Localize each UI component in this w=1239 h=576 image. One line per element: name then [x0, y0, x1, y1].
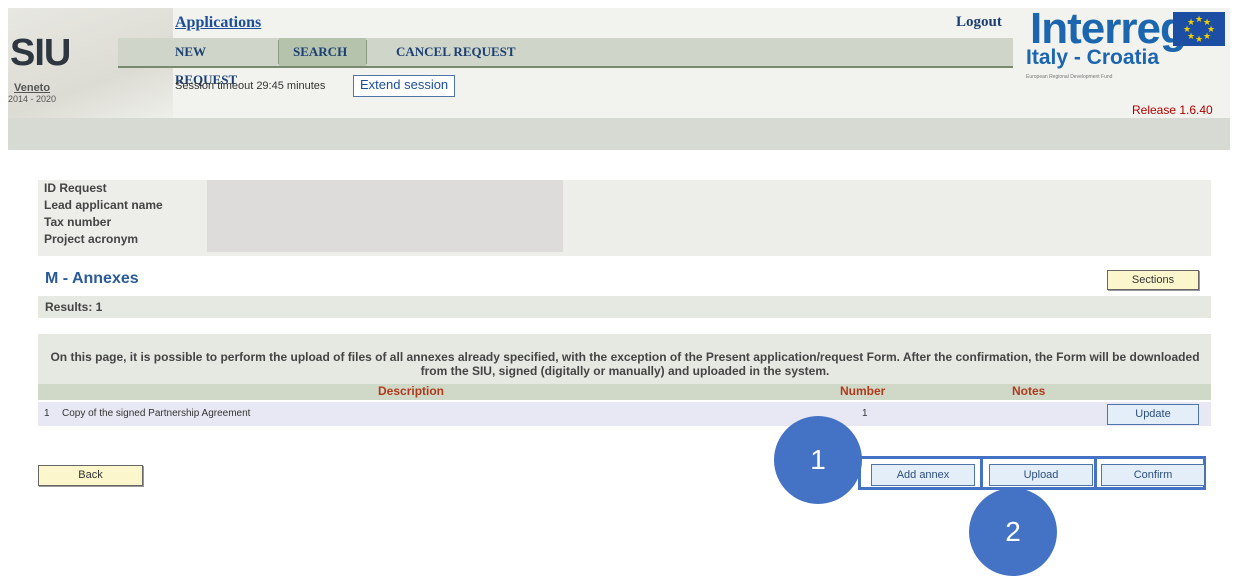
upload-button[interactable]: Upload: [989, 464, 1093, 486]
programme-fund: European Regional Development Fund: [1026, 74, 1113, 80]
menu-cancel-request[interactable]: CANCEL REQUEST: [382, 38, 542, 66]
header-number: Number: [840, 384, 886, 398]
programme-subtitle: Italy - Croatia: [1026, 46, 1160, 69]
applications-link[interactable]: Applications: [175, 14, 261, 32]
step-1-marker: 1: [774, 416, 862, 504]
eu-flag-icon: ★ ★ ★ ★ ★ ★ ★ ★: [1173, 12, 1225, 46]
results-bar: [38, 296, 1211, 318]
section-title: M - Annexes: [45, 270, 139, 287]
menu-search[interactable]: SEARCH: [279, 38, 366, 66]
header-description: Description: [378, 384, 445, 398]
header-notes: Notes: [1012, 384, 1046, 398]
step-2-marker: 2: [969, 488, 1057, 576]
lead-applicant-value: [207, 198, 563, 216]
id-request-label: ID Request: [44, 181, 107, 195]
back-button[interactable]: Back: [38, 465, 143, 486]
siu-region: Veneto: [14, 82, 51, 94]
row-index: 1: [44, 408, 50, 419]
menu-divider: [366, 40, 367, 64]
confirm-button[interactable]: Confirm: [1101, 464, 1205, 486]
highlight-divider: [980, 459, 983, 487]
project-acronym-label: Project acronym: [44, 232, 139, 246]
session-timeout-text: Session timeout 29:45 minutes: [175, 80, 326, 92]
header-bottom-bar: [8, 118, 1230, 150]
logout-link[interactable]: Logout: [956, 14, 1002, 31]
highlight-divider: [1094, 459, 1097, 487]
extend-session-button[interactable]: Extend session: [353, 75, 456, 97]
project-acronym-value: [207, 234, 563, 252]
lead-applicant-label: Lead applicant name: [44, 198, 163, 212]
row-number: 1: [862, 408, 868, 419]
instructions-text: On this page, it is possible to perform …: [50, 350, 1200, 378]
siu-logo: SIU: [10, 32, 71, 74]
menu-new-request[interactable]: NEW REQUEST: [161, 38, 278, 87]
tax-number-value: [207, 216, 563, 234]
update-button[interactable]: Update: [1107, 404, 1199, 425]
tax-number-label: Tax number: [44, 215, 112, 229]
results-count: Results: 1: [45, 300, 103, 314]
add-annex-button[interactable]: Add annex: [871, 464, 975, 486]
sections-button[interactable]: Sections: [1107, 270, 1199, 290]
siu-years: 2014 - 2020: [8, 94, 57, 104]
release-version: Release 1.6.40: [1132, 103, 1213, 117]
row-description: Copy of the signed Partnership Agreement: [62, 408, 251, 419]
id-request-value: [207, 180, 563, 198]
